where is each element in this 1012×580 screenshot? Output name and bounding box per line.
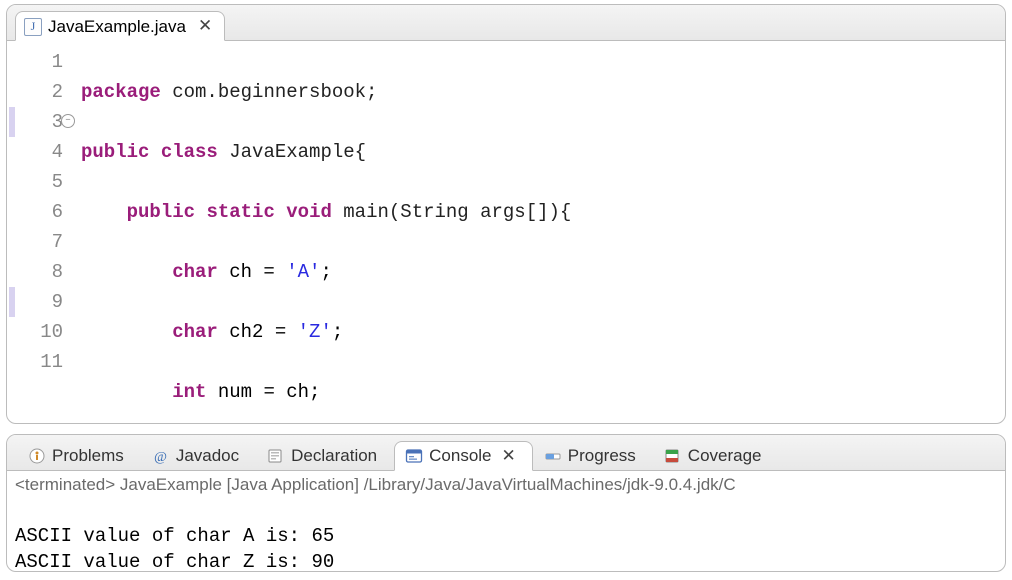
change-ruler xyxy=(7,41,17,424)
editor-tab-label: JavaExample.java xyxy=(48,17,186,37)
code-line: public static void main(String args[]){ xyxy=(81,197,874,227)
console-output[interactable]: ASCII value of char A is: 65 ASCII value… xyxy=(15,497,997,572)
console-icon xyxy=(405,447,423,465)
change-mark xyxy=(9,107,15,137)
tab-progress[interactable]: Progress xyxy=(533,441,653,471)
fold-toggle-icon[interactable]: – xyxy=(61,114,75,128)
line-number: 4 xyxy=(17,137,63,167)
tab-label: Problems xyxy=(52,446,124,466)
editor-tab-javaexample[interactable]: J JavaExample.java ✕ xyxy=(15,11,225,41)
change-mark xyxy=(9,287,15,317)
console-launch-info: <terminated> JavaExample [Java Applicati… xyxy=(15,475,997,495)
code-line: public class JavaExample{ xyxy=(81,137,874,167)
editor-tabbar: J JavaExample.java ✕ xyxy=(7,5,1005,41)
tab-label: Console xyxy=(429,446,491,466)
coverage-icon xyxy=(664,447,682,465)
javadoc-icon: @ xyxy=(152,447,170,465)
line-number: 7 xyxy=(17,227,63,257)
line-number: 10 xyxy=(17,317,63,347)
declaration-icon xyxy=(267,447,285,465)
tab-coverage[interactable]: Coverage xyxy=(653,441,779,471)
code-line: int num = ch; xyxy=(81,377,874,407)
line-number: 5 xyxy=(17,167,63,197)
line-number: 11 xyxy=(17,347,63,377)
code-line: package com.beginnersbook; xyxy=(81,77,874,107)
java-file-icon: J xyxy=(24,18,42,36)
tab-javadoc[interactable]: @ Javadoc xyxy=(141,441,256,471)
line-number: 9 xyxy=(17,287,63,317)
line-number: 1 xyxy=(17,47,63,77)
tab-console[interactable]: Console ✕ xyxy=(394,441,533,471)
code-line: char ch = 'A'; xyxy=(81,257,874,287)
editor-panel: J JavaExample.java ✕ 1 2 3– 4 5 6 7 8 9 … xyxy=(6,4,1006,424)
close-icon[interactable]: ✕ xyxy=(198,16,212,37)
console-line: ASCII value of char Z is: 90 xyxy=(15,551,334,572)
views-tabbar: Problems @ Javadoc Declaration Console ✕ xyxy=(7,435,1005,471)
close-icon[interactable]: ✕ xyxy=(502,446,516,467)
tab-declaration[interactable]: Declaration xyxy=(256,441,394,471)
svg-text:@: @ xyxy=(154,450,167,465)
console-line: ASCII value of char A is: 65 xyxy=(15,525,334,547)
tab-label: Declaration xyxy=(291,446,377,466)
console-body: <terminated> JavaExample [Java Applicati… xyxy=(7,471,1005,572)
views-panel: Problems @ Javadoc Declaration Console ✕ xyxy=(6,434,1006,572)
line-number: 8 xyxy=(17,257,63,287)
line-number: 2 xyxy=(17,77,63,107)
line-number-gutter: 1 2 3– 4 5 6 7 8 9 10 11 xyxy=(17,41,71,424)
code-area[interactable]: 1 2 3– 4 5 6 7 8 9 10 11 package com.beg… xyxy=(7,41,1005,424)
problems-icon xyxy=(28,447,46,465)
tab-problems[interactable]: Problems xyxy=(17,441,141,471)
progress-icon xyxy=(544,447,562,465)
code-line: char ch2 = 'Z'; xyxy=(81,317,874,347)
tab-label: Progress xyxy=(568,446,636,466)
line-number: 3– xyxy=(17,107,63,137)
tab-label: Coverage xyxy=(688,446,762,466)
code-content[interactable]: package com.beginnersbook; public class … xyxy=(71,41,874,424)
tab-label: Javadoc xyxy=(176,446,239,466)
line-number: 6 xyxy=(17,197,63,227)
